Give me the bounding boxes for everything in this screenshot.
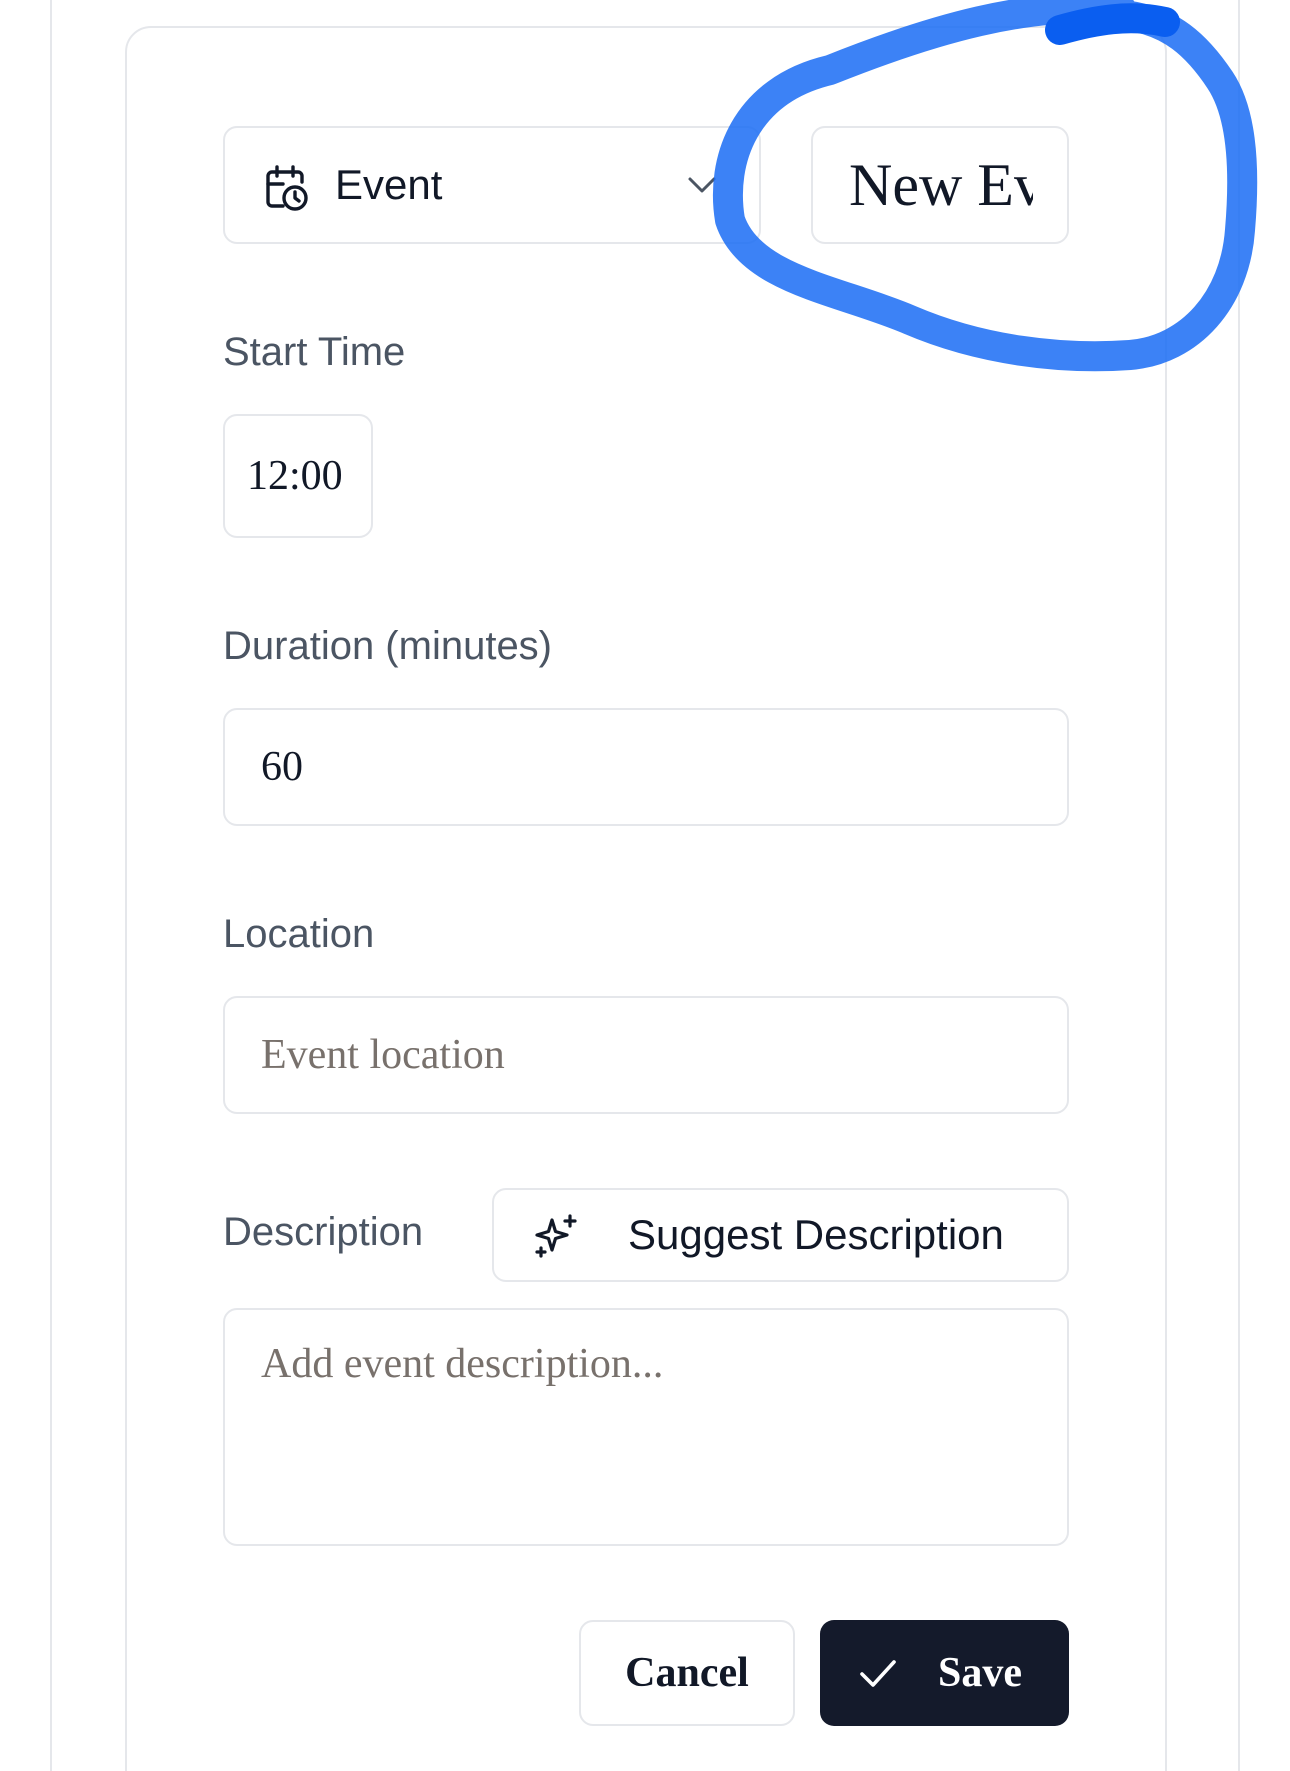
event-title-field	[811, 126, 1069, 244]
save-button[interactable]: Save	[820, 1620, 1069, 1726]
sparkles-icon	[532, 1212, 580, 1260]
start-time-field	[223, 414, 373, 538]
location-label: Location	[223, 912, 375, 956]
save-label: Save	[938, 1650, 1022, 1696]
location-field	[223, 996, 1069, 1114]
description-label: Description	[223, 1210, 424, 1254]
duration-input[interactable]	[225, 710, 1067, 824]
start-time-label: Start Time	[223, 330, 406, 374]
cancel-button[interactable]: Cancel	[579, 1620, 795, 1726]
check-icon	[858, 1654, 898, 1692]
event-type-label: Event	[335, 161, 443, 208]
event-type-select[interactable]: Event	[223, 126, 761, 244]
calendar-clock-icon	[265, 164, 309, 212]
suggest-description-button[interactable]: Suggest Description	[492, 1188, 1069, 1282]
description-field	[223, 1308, 1069, 1546]
duration-label: Duration (minutes)	[223, 624, 553, 668]
start-time-input[interactable]	[225, 416, 371, 536]
event-title-input[interactable]	[849, 128, 1033, 242]
suggest-description-label: Suggest Description	[628, 1211, 1004, 1258]
location-input[interactable]	[225, 998, 1067, 1112]
duration-field	[223, 708, 1069, 826]
description-textarea[interactable]	[225, 1310, 1067, 1544]
chevron-down-icon	[685, 168, 719, 202]
